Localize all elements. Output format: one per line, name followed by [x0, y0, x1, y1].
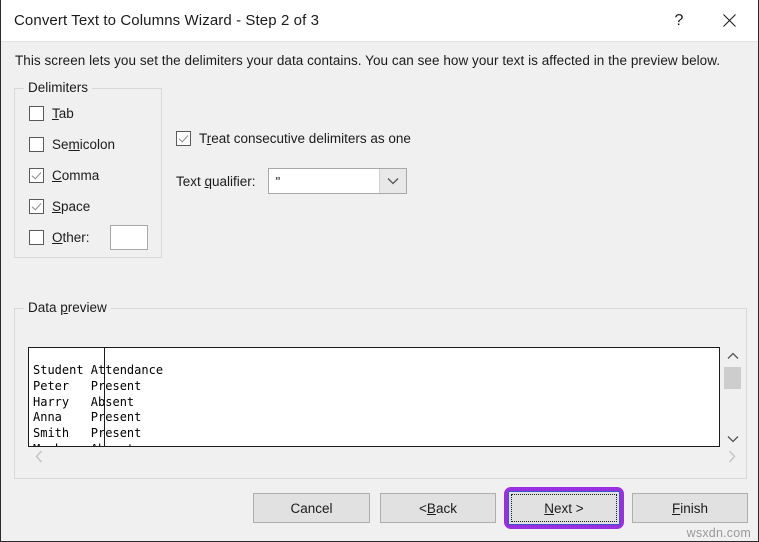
next-button[interactable]: Next >	[508, 491, 620, 525]
preview-vertical-scrollbar[interactable]	[722, 347, 743, 447]
preview-horizontal-scrollbar[interactable]	[28, 448, 743, 470]
delimiter-other-label: Other:	[52, 230, 90, 245]
delimiter-comma-label: Comma	[52, 168, 99, 183]
delimiters-legend: Delimiters	[24, 80, 92, 95]
delimiter-space-label: Space	[52, 199, 90, 214]
delimiter-tab-label: Tab	[52, 106, 74, 121]
next-button-label: Next >	[544, 501, 583, 516]
text-qualifier-select[interactable]: "	[268, 168, 407, 194]
delimiter-comma-row[interactable]: Comma	[29, 165, 161, 186]
text-qualifier-row: Text qualifier: "	[176, 168, 407, 194]
delimiters-group: Delimiters Tab Semicolon Comma Space Oth…	[14, 88, 162, 258]
data-preview-legend: Data preview	[24, 300, 111, 315]
treat-consecutive-row[interactable]: Treat consecutive delimiters as one	[176, 131, 411, 146]
text-qualifier-label: Text qualifier:	[176, 174, 256, 189]
delimiter-comma-checkbox[interactable]	[29, 168, 44, 183]
delimiter-space-checkbox[interactable]	[29, 199, 44, 214]
dialog-footer: Cancel < Back Next > Finish wsxdn.com	[1, 479, 758, 541]
delimiter-semicolon-row[interactable]: Semicolon	[29, 134, 161, 155]
chevron-up-icon[interactable]	[727, 347, 739, 364]
preview-column-divider	[104, 348, 105, 446]
finish-button[interactable]: Finish	[632, 493, 748, 523]
delimiter-semicolon-checkbox[interactable]	[29, 137, 44, 152]
treat-consecutive-checkbox[interactable]	[176, 131, 191, 146]
window-title: Convert Text to Columns Wizard - Step 2 …	[14, 12, 319, 29]
help-icon[interactable]: ?	[656, 0, 702, 41]
chevron-right-icon[interactable]	[728, 450, 736, 468]
delimiters-list: Tab Semicolon Comma Space Other:	[15, 89, 161, 248]
vertical-scrollbar-thumb[interactable]	[724, 367, 741, 389]
delimiter-semicolon-label: Semicolon	[52, 137, 115, 152]
delimiter-space-row[interactable]: Space	[29, 196, 161, 217]
chevron-down-icon[interactable]	[379, 169, 406, 193]
close-icon[interactable]	[706, 0, 752, 41]
chevron-left-icon[interactable]	[35, 450, 43, 468]
text-qualifier-value: "	[276, 174, 281, 189]
title-bar: Convert Text to Columns Wizard - Step 2 …	[1, 0, 758, 42]
delimiter-other-row[interactable]: Other:	[29, 227, 161, 248]
next-button-highlight: Next >	[504, 487, 624, 529]
cancel-button[interactable]: Cancel	[253, 493, 370, 523]
watermark: wsxdn.com	[687, 526, 751, 540]
data-preview-group: Data preview Student Attendance Peter Pr…	[14, 308, 747, 479]
delimiter-tab-checkbox[interactable]	[29, 106, 44, 121]
data-preview-box[interactable]: Student Attendance Peter Present Harry A…	[28, 347, 720, 447]
text-to-columns-dialog: Convert Text to Columns Wizard - Step 2 …	[0, 0, 759, 542]
chevron-down-icon[interactable]	[727, 430, 739, 447]
delimiter-tab-row[interactable]: Tab	[29, 103, 161, 124]
other-delimiter-input[interactable]	[110, 225, 148, 250]
back-button[interactable]: < Back	[380, 493, 496, 523]
preview-text: Student Attendance Peter Present Harry A…	[29, 360, 719, 447]
delimiter-other-checkbox[interactable]	[29, 230, 44, 245]
instruction-text: This screen lets you set the delimiters …	[1, 42, 758, 68]
treat-consecutive-label: Treat consecutive delimiters as one	[199, 131, 411, 146]
